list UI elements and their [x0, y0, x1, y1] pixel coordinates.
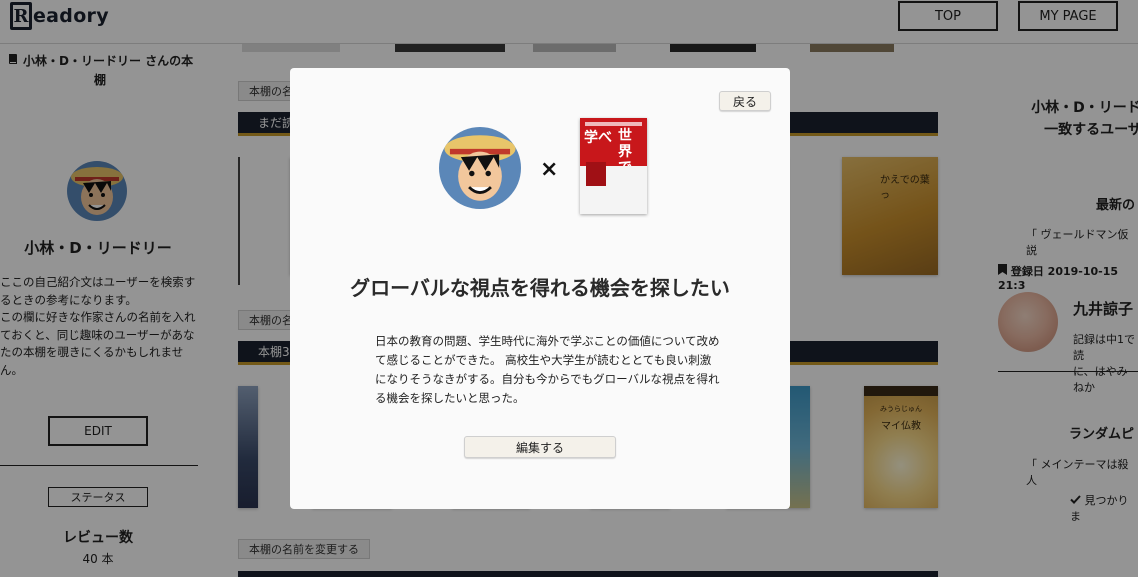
- review-title: グローバルな視点を得れる機会を探したい: [350, 276, 730, 300]
- cover-title-2: 学べ: [584, 130, 612, 146]
- times-icon: ×: [540, 157, 559, 182]
- cover-band: [585, 122, 642, 126]
- reviewed-book-cover: 世界で 学べ: [580, 118, 647, 214]
- back-button[interactable]: 戻る: [719, 91, 771, 111]
- cover-label: [586, 162, 606, 186]
- review-body: 日本の教育の問題、学生時代に海外で学ぶことの価値について改めて感じることができた…: [375, 334, 720, 405]
- edit-review-button[interactable]: 編集する: [464, 436, 616, 458]
- review-modal: 戻る × 世界で 学べ グローバルな視点を得れる機会を探したい 日本の教育の問題…: [290, 68, 790, 509]
- reviewer-avatar: [439, 127, 521, 209]
